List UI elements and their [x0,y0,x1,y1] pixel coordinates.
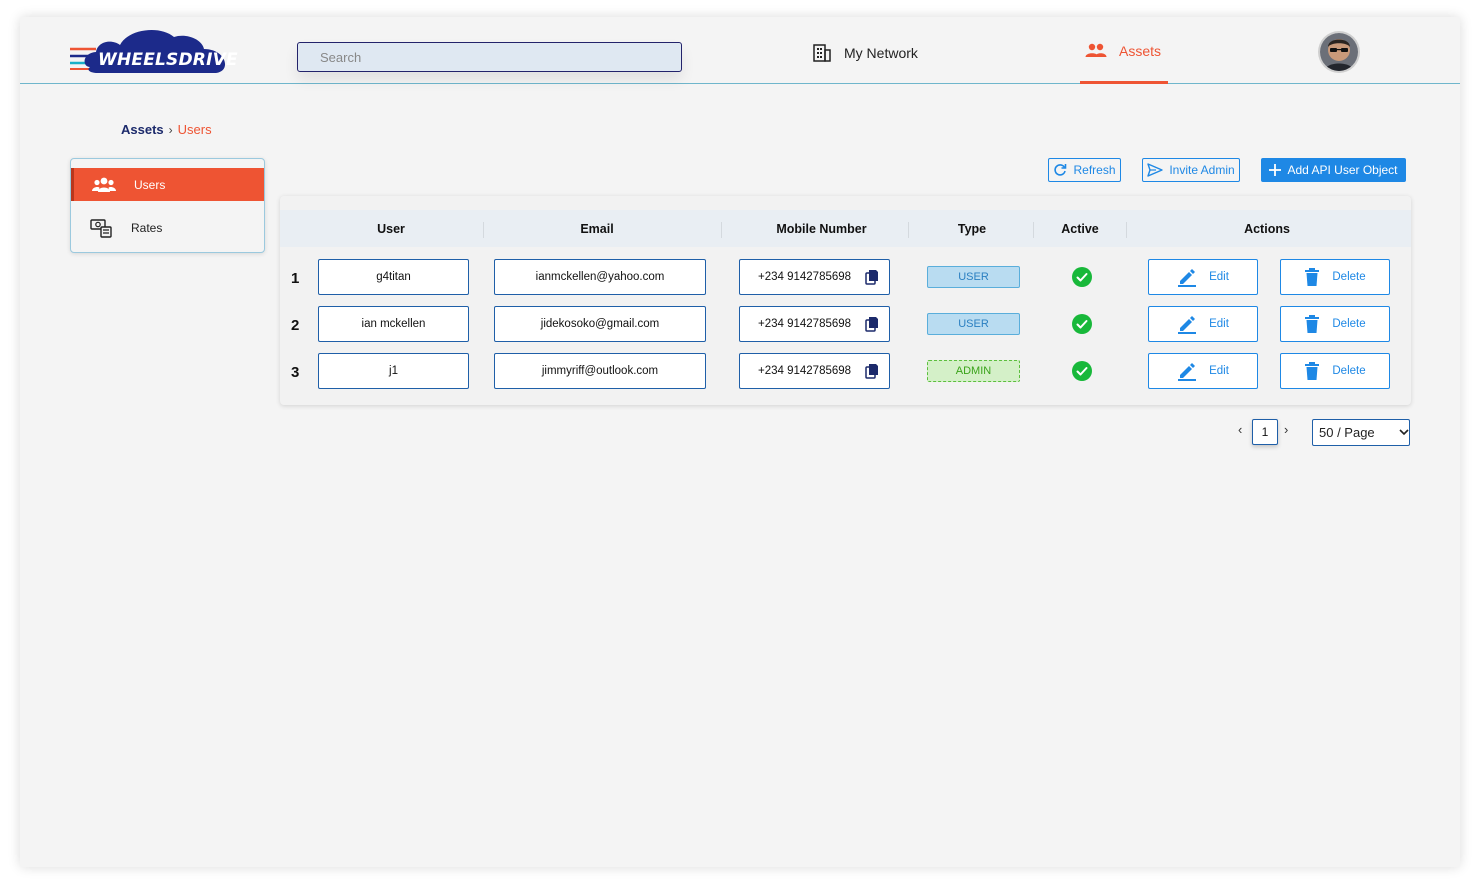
nav-assets[interactable]: Assets [1085,43,1161,59]
email-cell[interactable]: ianmckellen@yahoo.com [494,259,706,295]
table-row: 3 j1 jimmyriff@outlook.com +234 91427856… [280,353,1411,389]
pencil-icon [1178,269,1197,287]
pencil-icon [1178,363,1197,381]
rates-icon [90,218,112,238]
chevron-left-icon[interactable]: ‹ [1238,422,1242,437]
mobile-cell[interactable]: +234 9142785698 [739,353,890,389]
user-avatar[interactable] [1320,33,1358,71]
chevron-right-icon: › [168,122,173,137]
column-divider [1033,222,1034,238]
nav-assets-label: Assets [1119,43,1162,59]
edit-button-label: Edit [1209,365,1229,377]
building-icon [813,44,831,62]
chevron-down-icon [1399,429,1409,436]
row-number: 3 [291,364,300,381]
column-divider [483,222,484,238]
trash-icon [1305,268,1320,286]
edit-button-label: Edit [1209,271,1229,283]
delete-button[interactable]: Delete [1280,306,1390,342]
edit-button-label: Edit [1209,318,1229,330]
copy-icon[interactable] [865,316,879,332]
email-cell[interactable]: jidekosoko@gmail.com [494,306,706,342]
trash-icon [1305,315,1320,333]
breadcrumb-assets[interactable]: Assets [121,122,164,137]
delete-button-label: Delete [1332,365,1366,377]
delete-button-label: Delete [1332,271,1366,283]
users-icon [92,177,116,192]
mobile-number: +234 9142785698 [758,365,852,377]
column-header-type: Type [957,221,987,236]
pencil-icon [1178,316,1197,334]
logo-text: WHEELSDRIVE [98,50,238,70]
invite-admin-button[interactable]: Invite Admin [1142,158,1240,182]
column-header-user: User [377,221,405,236]
row-number: 2 [291,317,300,334]
active-tab-indicator [1080,81,1168,84]
delete-button[interactable]: Delete [1280,259,1390,295]
add-api-user-button[interactable]: Add API User Object [1261,158,1406,182]
email-cell[interactable]: jimmyriff@outlook.com [494,353,706,389]
user-cell[interactable]: ian mckellen [318,306,469,342]
column-header-mobile: Mobile Number [776,221,867,236]
column-header-actions: Actions [1244,221,1290,236]
mobile-cell[interactable]: +234 9142785698 [739,306,890,342]
breadcrumb-users: Users [177,122,212,137]
check-circle-icon [1072,361,1092,381]
refresh-icon [1054,164,1067,176]
sidebar-item-users-label: Users [134,177,166,192]
edit-button[interactable]: Edit [1148,259,1258,295]
search-input[interactable] [297,42,682,72]
plus-icon [1269,164,1282,176]
people-icon [1085,43,1107,57]
refresh-button[interactable]: Refresh [1048,158,1121,182]
refresh-button-label: Refresh [1073,163,1116,177]
send-icon [1147,163,1164,177]
delete-button-label: Delete [1332,318,1366,330]
check-circle-icon [1072,314,1092,334]
type-badge: USER [927,313,1020,335]
top-header: WHEELSDRIVE My Network Assets [20,17,1460,84]
invite-admin-button-label: Invite Admin [1169,163,1235,177]
sidebar-item-rates-label: Rates [131,220,163,235]
row-number: 1 [291,270,300,287]
table-row: 2 ian mckellen jidekosoko@gmail.com +234… [280,306,1411,342]
sidebar: Users Rates [70,158,265,253]
column-header-active: Active [1061,221,1099,236]
app-window: WHEELSDRIVE My Network Assets [20,17,1460,867]
page-size-value: 50 / Page [1319,425,1375,440]
copy-icon[interactable] [865,363,879,379]
trash-icon [1305,362,1320,380]
breadcrumb: Assets › Users [121,122,212,137]
edit-button[interactable]: Edit [1148,306,1258,342]
mobile-cell[interactable]: +234 9142785698 [739,259,890,295]
delete-button[interactable]: Delete [1280,353,1390,389]
users-table: User Email Mobile Number Type Active Act… [280,196,1411,405]
table-row: 1 g4titan ianmckellen@yahoo.com +234 914… [280,259,1411,295]
page-size-select[interactable]: 50 / Page [1312,419,1410,446]
page-number-button[interactable]: 1 [1252,419,1278,445]
type-badge: USER [927,266,1020,288]
column-divider [1126,222,1127,238]
user-cell[interactable]: g4titan [318,259,469,295]
mobile-number: +234 9142785698 [758,271,852,283]
table-header: User Email Mobile Number Type Active Act… [280,210,1411,247]
column-header-email: Email [580,221,614,236]
nav-my-network[interactable]: My Network [812,43,918,63]
sidebar-item-rates[interactable]: Rates [71,211,264,244]
user-cell[interactable]: j1 [318,353,469,389]
sidebar-item-users[interactable]: Users [71,168,264,201]
copy-icon[interactable] [865,269,879,285]
mobile-number: +234 9142785698 [758,318,852,330]
nav-my-network-label: My Network [844,45,918,61]
column-divider [908,222,909,238]
type-badge: ADMIN [927,360,1020,382]
chevron-right-icon[interactable]: › [1284,422,1288,437]
check-circle-icon [1072,267,1092,287]
edit-button[interactable]: Edit [1148,353,1258,389]
add-api-user-button-label: Add API User Object [1287,163,1398,177]
column-divider [721,222,722,238]
